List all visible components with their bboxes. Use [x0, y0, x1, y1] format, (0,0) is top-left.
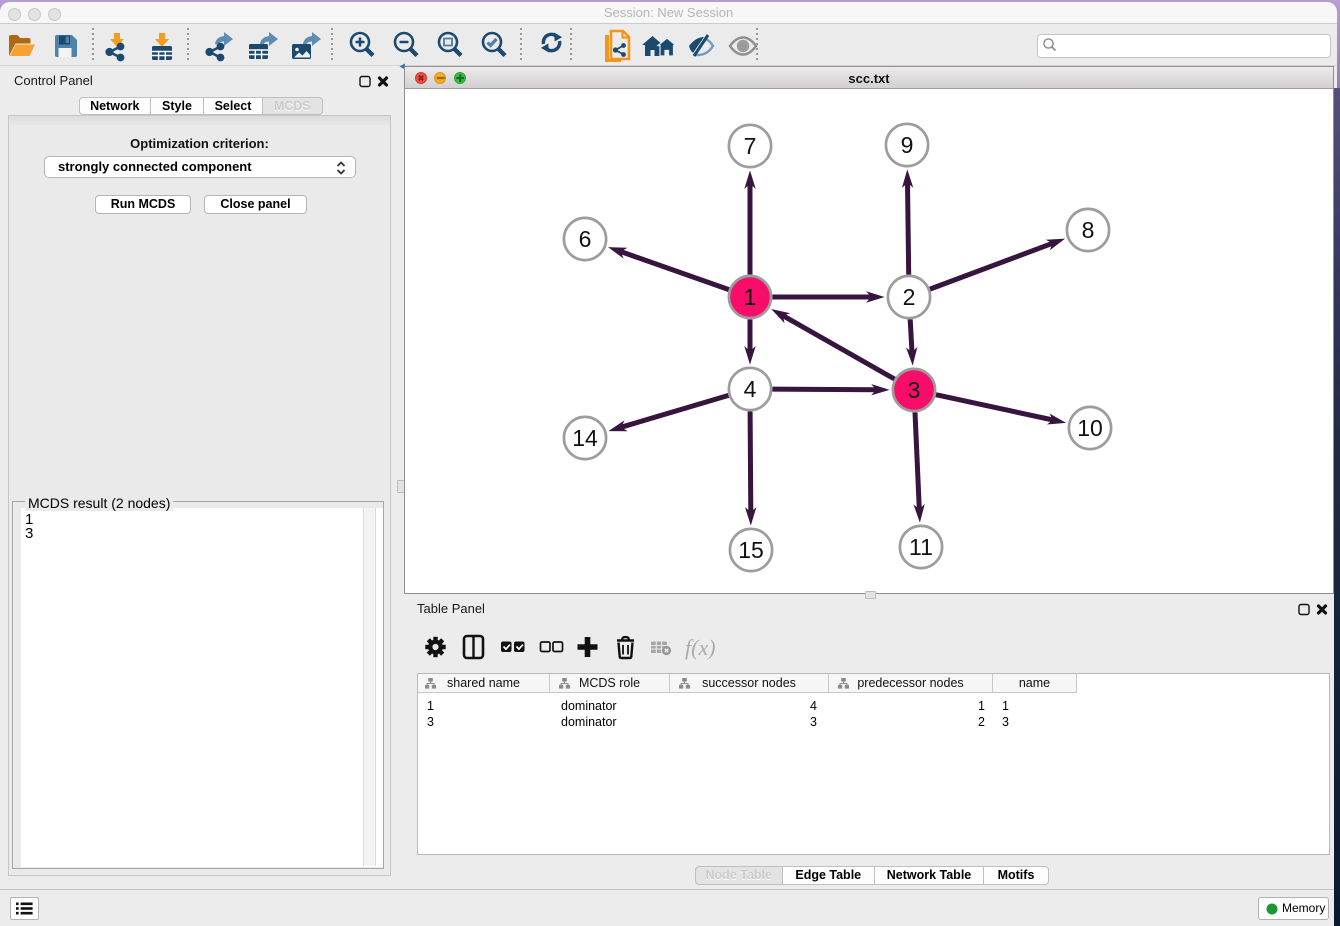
svg-text:8: 8	[1082, 217, 1095, 243]
svg-text:4: 4	[744, 376, 757, 402]
svg-text:3: 3	[908, 377, 921, 403]
svg-text:14: 14	[572, 425, 598, 451]
svg-text:9: 9	[901, 132, 914, 158]
svg-text:15: 15	[738, 537, 764, 563]
svg-text:1: 1	[744, 284, 757, 310]
svg-text:2: 2	[903, 284, 916, 310]
svg-text:f(x): f(x)	[685, 635, 716, 660]
svg-text:11: 11	[909, 534, 933, 560]
svg-text:6: 6	[579, 226, 592, 252]
svg-text:7: 7	[744, 133, 757, 159]
svg-text:10: 10	[1077, 415, 1103, 441]
